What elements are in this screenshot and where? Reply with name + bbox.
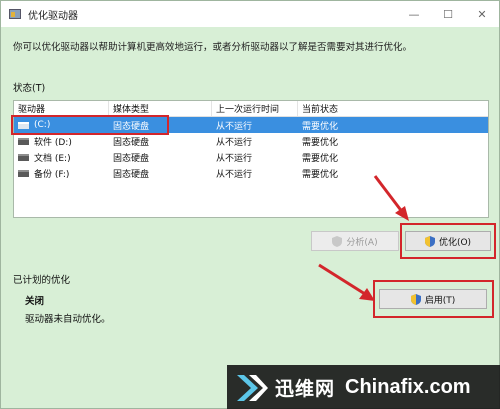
hard-drive-icon	[18, 153, 29, 161]
column-header-last-run[interactable]: 上一次运行时间	[212, 101, 298, 116]
window-title: 优化驱动器	[28, 10, 78, 22]
hard-drive-icon	[18, 137, 29, 145]
highlight-box-optimize	[400, 223, 496, 259]
watermark-en-text: Chinafix.com	[345, 376, 471, 398]
last-run: 从不运行	[216, 153, 253, 164]
media-type: 固态硬盘	[113, 137, 150, 148]
drive-name: 软件 (D:)	[34, 137, 72, 148]
drive-row-d[interactable]: 软件 (D:) 固态硬盘 从不运行 需要优化	[14, 133, 488, 149]
column-header-drive[interactable]: 驱动器	[14, 101, 109, 116]
close-button[interactable]: ✕	[465, 1, 499, 27]
highlight-box-enable	[373, 280, 494, 318]
drive-name: 文档 (E:)	[34, 153, 71, 164]
minimize-button[interactable]: —	[397, 1, 431, 27]
red-arrow-to-optimize-icon	[373, 175, 409, 221]
media-type: 固态硬盘	[113, 153, 150, 164]
scheduled-state: 关闭	[25, 296, 45, 307]
intro-text: 你可以优化驱动器以帮助计算机更高效地运行，或者分析驱动器以了解是否需要对其进行优…	[13, 42, 413, 53]
uac-shield-icon	[332, 235, 343, 247]
watermark-cn-text: 迅维网	[275, 378, 336, 400]
drive-name: 备份 (F:)	[34, 169, 70, 180]
last-run: 从不运行	[216, 137, 253, 148]
defrag-app-icon	[8, 7, 22, 21]
hard-drive-icon	[18, 169, 29, 177]
last-run: 从不运行	[216, 169, 253, 180]
chinafix-logo-icon	[235, 371, 269, 405]
analyze-button-label: 分析(A)	[346, 237, 378, 248]
maximize-button[interactable]: ☐	[431, 1, 465, 27]
current-status: 需要优化	[302, 137, 339, 148]
scheduled-optimization-label: 已计划的优化	[13, 275, 71, 286]
red-arrow-to-enable-icon	[318, 263, 375, 301]
drive-row-f[interactable]: 备份 (F:) 固态硬盘 从不运行 需要优化	[14, 165, 488, 181]
status-label: 状态(T)	[13, 83, 46, 94]
current-status: 需要优化	[302, 121, 339, 132]
title-bar: 优化驱动器 — ☐ ✕	[1, 1, 499, 27]
last-run: 从不运行	[216, 121, 253, 132]
analyze-button[interactable]: 分析(A)	[311, 231, 399, 251]
media-type: 固态硬盘	[113, 169, 150, 180]
watermark-banner: 迅维网 Chinafix.com	[227, 365, 500, 409]
column-header-media-type[interactable]: 媒体类型	[109, 101, 212, 116]
current-status: 需要优化	[302, 153, 339, 164]
optimize-drives-window: 优化驱动器 — ☐ ✕ 你可以优化驱动器以帮助计算机更高效地运行，或者分析驱动器…	[0, 0, 500, 409]
drive-row-e[interactable]: 文档 (E:) 固态硬盘 从不运行 需要优化	[14, 149, 488, 165]
column-header-current-status[interactable]: 当前状态	[298, 101, 488, 116]
scheduled-description: 驱动器未自动优化。	[25, 314, 111, 325]
highlight-box-drive-row	[11, 115, 169, 135]
